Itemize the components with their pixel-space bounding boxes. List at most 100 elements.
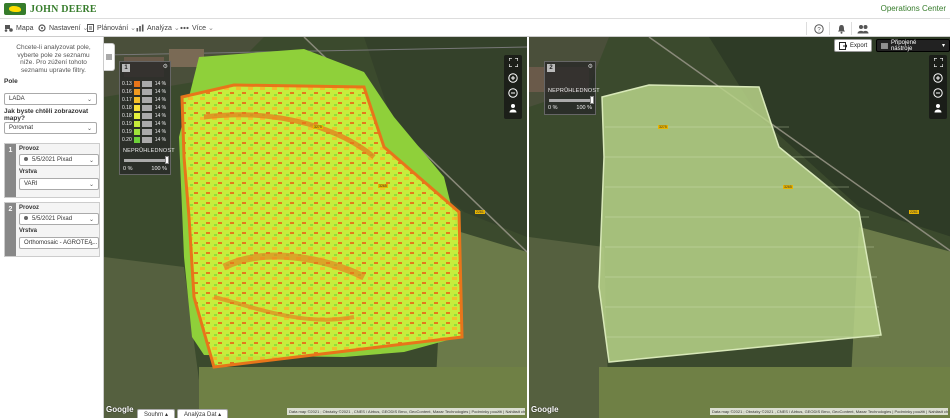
zoom-in-button[interactable] [504,70,522,85]
nav-divider [829,22,830,35]
road-label: 3265 [378,184,388,188]
nav-more[interactable]: Více ⌄ [180,24,214,32]
layer-label: Vrstva [19,228,38,234]
legend-bar [141,137,152,143]
step-number: 1 [5,144,16,197]
opacity-slider[interactable] [549,96,594,104]
logo-text: JOHN DEERE [30,3,97,15]
legend-swatch [133,121,140,127]
legend-row: 0.18 14 % [122,113,167,119]
sidebar-collapse-button[interactable] [104,43,115,71]
layer-select[interactable]: VARI ⌄ [19,178,99,190]
map-badge: 1 [122,64,130,72]
tractor-icon [4,25,13,32]
step-number: 2 [5,203,16,256]
team-icon[interactable] [856,22,870,35]
notifications-icon[interactable] [834,22,848,35]
operation-select[interactable]: 5/5/2021 Pixad ⌄ [19,154,99,166]
operation-value: 5/5/2021 Pixad [32,216,73,222]
person-location-icon [934,103,942,112]
comparison-step-1: 1 Provoz 5/5/2021 Pixad ⌄ Vrstva VARI ⌄ [4,143,100,198]
locate-user-button[interactable] [504,100,522,115]
legend-swatch [133,129,140,135]
legend-row: 0.19 14 % [122,129,167,135]
opacity-slider-knob[interactable] [165,156,169,164]
road-label: 3265 [783,185,793,189]
road-label: 2261 [475,210,485,214]
legend-row: 0.13 14 % [122,81,167,87]
legend-bar [141,121,152,127]
zoom-in-icon [933,72,943,83]
zoom-out-button[interactable] [929,85,947,100]
tab-data-analysis[interactable]: Analýza Dat ▴ [177,409,229,418]
nav-planning[interactable]: Plánování ⌄ [87,24,136,32]
field-select[interactable]: LADA ⌄ [4,93,97,105]
legend-row: 0.19 14 % [122,121,167,127]
tab-summary[interactable]: Souhrn ▴ [137,409,176,418]
map-controls-right [929,55,947,119]
list-icon [881,43,888,48]
settings-icon [38,24,46,32]
legend-bar [141,81,152,87]
zoom-out-button[interactable] [504,85,522,100]
export-button[interactable]: Export [834,39,873,52]
opacity-label: NEPRŮHLEDNOST [123,148,175,154]
road-label: 2261 [909,210,919,214]
map-badge: 2 [547,64,555,72]
fullscreen-button[interactable] [504,55,522,70]
chevron-down-icon: ▾ [941,43,945,49]
zoom-out-icon [508,87,518,98]
map-panel-right[interactable]: 3275 3265 2261 Export Připojené nástroje… [527,37,950,418]
legend-swatch [133,81,140,87]
map-panel-left[interactable]: 3275 3265 2261 1 ⚙ 0.13 14 % 0.16 14 % 0.1… [104,37,527,418]
top-bar: JOHN DEERE Operations Center [0,0,950,19]
locate-user-button[interactable] [929,100,947,115]
road-label: 3275 [658,125,668,129]
legend-bar [141,89,152,95]
settings-icon[interactable]: ⚙ [588,63,593,70]
radio-dot-icon [24,157,28,162]
map-attribution: Data map ©2021 ; Obrázky ©2021 , CNES / … [287,408,525,415]
view-mode-value: Porovnat [9,125,34,131]
nav-map[interactable]: Mapa [4,24,34,32]
zoom-in-button[interactable] [929,70,947,85]
chevron-down-icon: ⌄ [86,126,92,132]
opacity-slider-knob[interactable] [590,96,594,104]
settings-icon[interactable]: ⚙ [163,63,168,70]
legend-row: 0.16 14 % [122,89,167,95]
dots-icon [180,26,189,30]
chevron-down-icon: ⌄ [88,241,94,247]
opacity-min: 0 % [548,105,558,111]
layer-value: VARI [24,181,38,187]
nav-analysis[interactable]: Analýza ⌄ [136,24,180,32]
legend-bar [141,97,152,103]
opacity-slider[interactable] [124,156,169,164]
fullscreen-button[interactable] [929,55,947,70]
help-icon[interactable]: ? [812,22,826,35]
field-select-value: LADA [9,96,25,102]
nav-divider [806,22,807,35]
map-attribution: Data map ©2021 ; Obrázky ©2021 , CNES / … [710,408,948,415]
operation-label: Provoz [19,205,40,211]
john-deere-logo[interactable]: JOHN DEERE [4,3,97,15]
layer-value: Orthomosaic - AGROTEA... [24,240,98,246]
view-mode-select[interactable]: Porovnat ⌄ [4,122,97,134]
nav-label: Analýza [147,24,172,32]
opacity-label: NEPRŮHLEDNOST [548,88,600,94]
connected-tools-button[interactable]: Připojené nástroje ▾ [876,39,950,52]
chart-icon [136,24,144,32]
analysis-sidebar: Chcete-li analyzovat pole, vyberte pole … [0,37,104,418]
road-label: 3275 [313,125,323,129]
layer-select[interactable]: Orthomosaic - AGROTEA... ⌄ [19,237,99,249]
nav-label: Mapa [16,24,34,32]
nav-settings[interactable]: Nastavení ⌄ [38,24,88,32]
zoom-in-icon [508,72,518,83]
chevron-down-icon: ⌄ [208,25,214,32]
vari-legend: 1 ⚙ 0.13 14 % 0.16 14 % 0.17 14 % 0.18 14 % … [119,61,175,175]
google-logo: Google [106,405,134,414]
operation-select[interactable]: 5/5/2021 Pixad ⌄ [19,213,99,225]
plan-icon [87,24,94,32]
opacity-min: 0 % [123,166,133,172]
legend-row: 0.18 14 % [122,105,167,111]
fullscreen-icon [508,58,518,67]
